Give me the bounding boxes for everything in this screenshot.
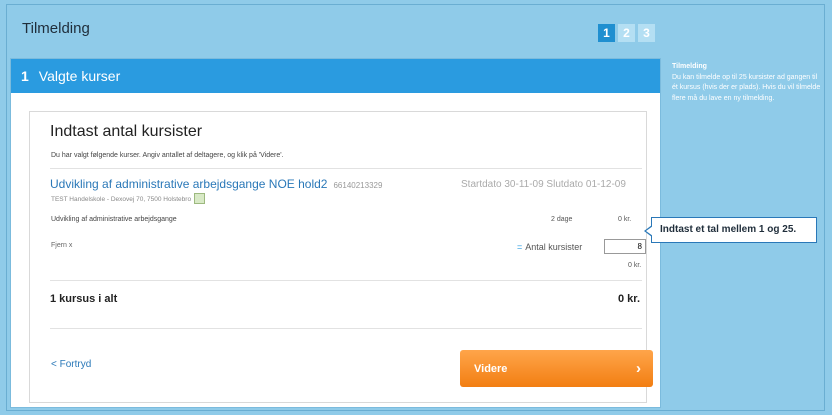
course-title-link[interactable]: Udvikling af administrative arbejdsgange…	[50, 177, 382, 191]
course-card: Indtast antal kursister Du har valgt føl…	[29, 111, 653, 403]
course-code: 66140213329	[333, 181, 383, 190]
selected-courses-panel: 1 Valgte kurser Indtast antal kursister D…	[10, 58, 661, 408]
help-box: Tilmelding Du kan tilmelde op til 25 kur…	[672, 62, 822, 104]
step-1: 1	[598, 24, 615, 42]
line-price: 0 kr.	[618, 216, 632, 223]
next-button-label: Videre	[474, 362, 508, 375]
course-location: TEST Handelskole - Dexovej 70, 7500 Hols…	[51, 193, 206, 205]
back-link[interactable]: < Fortryd	[51, 359, 91, 370]
participant-count-input[interactable]	[604, 239, 646, 254]
page-title: Tilmelding	[22, 20, 90, 37]
step-indicator: 1 2 3	[598, 24, 655, 42]
divider	[50, 280, 642, 281]
panel-header: 1 Valgte kurser	[11, 59, 660, 93]
line-days: 2 dage	[551, 216, 573, 223]
participant-count-text: Antal kursister	[525, 242, 583, 252]
total-value: 0 kr.	[618, 293, 641, 305]
divider	[50, 168, 642, 169]
step-2: 2	[618, 24, 635, 42]
help-body: Du kan tilmelde op til 25 kursister ad g…	[672, 73, 821, 102]
required-marker: =	[517, 242, 523, 252]
panel-title: Valgte kurser	[38, 68, 121, 84]
course-title[interactable]: Udvikling af administrative arbejdsgange…	[50, 177, 327, 191]
participant-count-label: = Antal kursister	[517, 242, 582, 252]
map-icon[interactable]	[194, 193, 206, 204]
validation-tooltip: Indtast et tal mellem 1 og 25.	[644, 217, 817, 243]
step-3: 3	[638, 24, 655, 42]
help-title: Tilmelding	[672, 63, 707, 70]
tooltip-text: Indtast et tal mellem 1 og 25.	[660, 224, 797, 235]
instruction-text: Du har valgt følgende kurser. Angiv anta…	[51, 152, 284, 159]
course-dates: Startdato 30-11-09 Slutdato 01-12-09	[461, 179, 626, 190]
course-location-text: TEST Handelskole - Dexovej 70, 7500 Hols…	[51, 196, 192, 204]
chevron-right-icon: ›	[636, 360, 641, 377]
next-button[interactable]: Videre ›	[460, 350, 653, 387]
divider	[50, 328, 642, 329]
subtotal: 0 kr.	[628, 262, 642, 269]
total-label: 1 kursus i alt	[50, 293, 118, 305]
tooltip-arrow-inner	[646, 226, 653, 236]
panel-step-number: 1	[21, 68, 29, 84]
line-description: Udvikling af administrative arbejdsgange	[51, 216, 177, 223]
form-heading: Indtast antal kursister	[50, 123, 203, 140]
remove-course-link[interactable]: Fjern x	[51, 242, 72, 249]
